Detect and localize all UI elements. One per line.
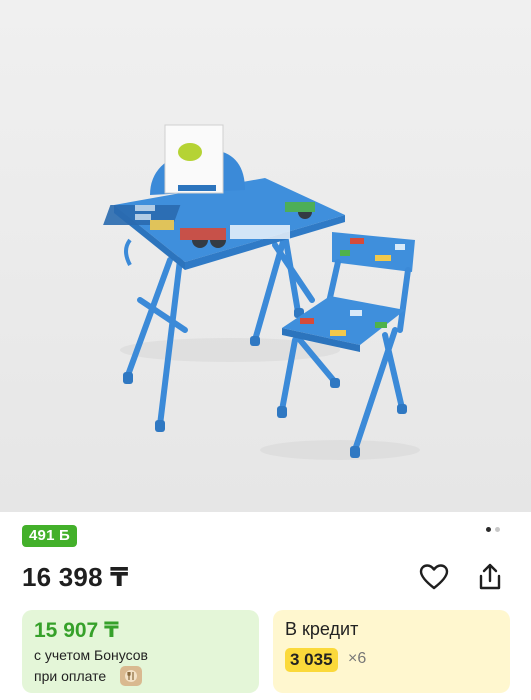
bonus-note-line1: с учетом Бонусов <box>34 647 148 663</box>
share-icon <box>479 563 501 590</box>
credit-card[interactable]: В кредит 3 035 ×6 <box>273 610 510 693</box>
desk-chair-illustration <box>0 0 531 512</box>
bonus-price-card[interactable]: 15 907 ₸ с учетом Бонусов при оплате <box>22 610 259 693</box>
product-price: 16 398 ₸ <box>22 562 129 592</box>
carousel-dot-active[interactable] <box>486 527 491 532</box>
favorite-button[interactable] <box>419 562 449 592</box>
bonus-price: 15 907 ₸ <box>34 619 119 642</box>
bonus-badge: 491 Б <box>22 525 77 547</box>
payment-logo-icon <box>120 666 142 686</box>
share-button[interactable] <box>475 562 505 592</box>
carousel-dot[interactable] <box>495 527 500 532</box>
product-image[interactable] <box>0 0 531 512</box>
credit-months: ×6 <box>348 650 367 667</box>
fork-knife-icon <box>125 670 137 682</box>
carousel-indicator <box>486 527 500 532</box>
bonus-note-line2: при оплате <box>34 668 107 684</box>
heart-icon <box>419 564 449 590</box>
credit-monthly-amount: 3 035 <box>285 648 338 672</box>
credit-title: В кредит <box>285 619 359 639</box>
